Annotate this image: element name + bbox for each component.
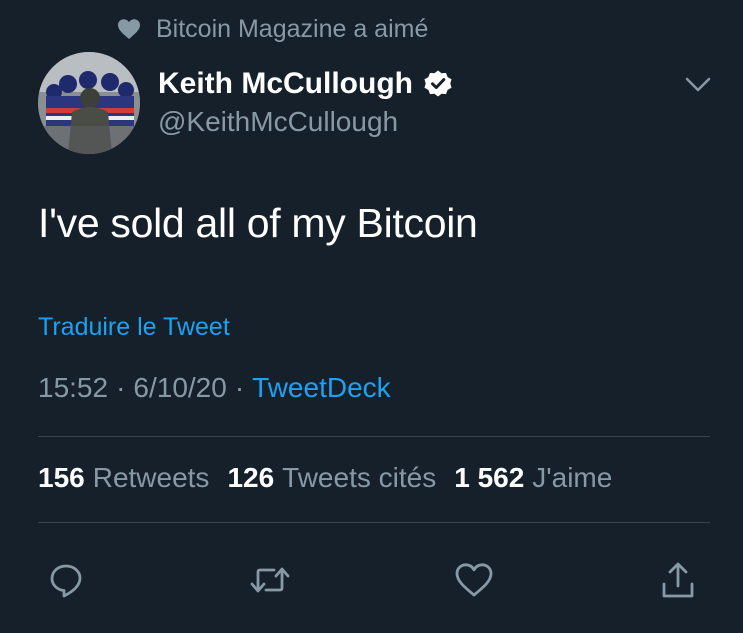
quote-tweets-stat[interactable]: 126 Tweets cités: [227, 462, 436, 494]
divider: [38, 436, 710, 437]
likes-count: 1 562: [454, 462, 525, 493]
retweet-icon[interactable]: [246, 556, 294, 604]
tweet-meta: 15:52 · 6/10/20 · TweetDeck: [38, 372, 391, 404]
like-icon[interactable]: [450, 556, 498, 604]
share-icon[interactable]: [654, 556, 702, 604]
social-context-text: Bitcoin Magazine a aimé: [156, 14, 429, 43]
verified-badge-icon: [423, 69, 453, 99]
likes-stat[interactable]: 1 562 J'aime: [454, 462, 612, 494]
tweet-actions: [38, 556, 710, 604]
tweet-time: 15:52: [38, 372, 109, 403]
likes-label: J'aime: [532, 462, 613, 493]
tweet-source-link[interactable]: TweetDeck: [252, 372, 391, 404]
translate-tweet-link[interactable]: Traduire le Tweet: [38, 313, 230, 342]
author-name[interactable]: Keith McCullough: [158, 67, 413, 101]
reply-icon[interactable]: [42, 556, 90, 604]
avatar[interactable]: [38, 52, 140, 154]
retweets-label: Retweets: [92, 462, 210, 493]
retweets-stat[interactable]: 156 Retweets: [38, 462, 209, 494]
quote-tweets-label: Tweets cités: [282, 462, 437, 493]
quote-tweets-count: 126: [227, 462, 275, 493]
author-handle[interactable]: @KeithMcCullough: [158, 106, 453, 138]
author-name-row: Keith McCullough: [158, 64, 453, 104]
chevron-down-icon[interactable]: [683, 72, 713, 98]
divider: [38, 522, 710, 523]
retweets-count: 156: [38, 462, 85, 493]
meta-separator: ·: [234, 372, 245, 403]
tweet-text: I've sold all of my Bitcoin: [38, 200, 478, 246]
heart-icon: [116, 16, 142, 42]
tweet-date: 6/10/20: [133, 372, 227, 403]
tweet-stats: 156 Retweets 126 Tweets cités 1 562 J'ai…: [38, 462, 630, 494]
meta-separator: ·: [116, 372, 126, 403]
tweet-detail: Bitcoin Magazine a aimé Keith McCullough: [0, 0, 743, 633]
author[interactable]: Keith McCullough @KeithMcCullough: [158, 64, 453, 138]
social-context: Bitcoin Magazine a aimé: [116, 12, 428, 46]
